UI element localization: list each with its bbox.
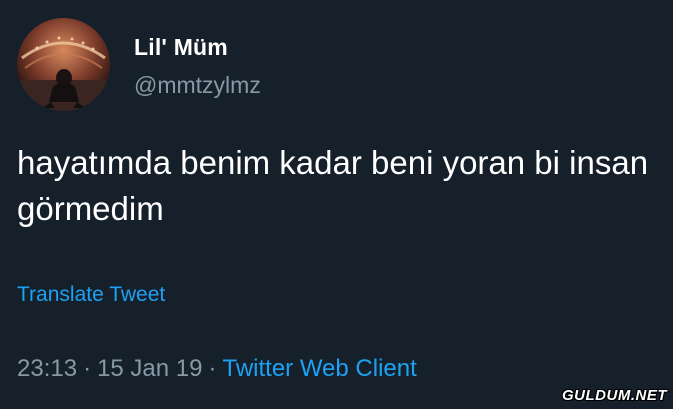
separator-dot: · <box>208 355 217 382</box>
tweet-text: hayatımda benim kadar beni yoran bi insa… <box>17 144 649 227</box>
avatar[interactable] <box>17 18 110 111</box>
watermark: GULDUM.NET <box>562 387 667 404</box>
translate-tweet-link[interactable]: Translate Tweet <box>17 283 165 307</box>
tweet-source-link[interactable]: Twitter Web Client <box>222 355 416 382</box>
avatar-image <box>17 18 110 111</box>
tweet-time[interactable]: 23:13 <box>17 355 77 382</box>
tweet-metadata: 23:13 · 15 Jan 19 · Twitter Web Client <box>17 355 417 383</box>
tweet-card: Lil' Müm @mmtzylmz hayatımda benim kadar… <box>0 0 673 409</box>
separator-dot: · <box>83 355 92 382</box>
user-handle[interactable]: @mmtzylmz <box>134 72 261 99</box>
tweet-date[interactable]: 15 Jan 19 <box>97 355 202 382</box>
display-name[interactable]: Lil' Müm <box>134 34 228 61</box>
